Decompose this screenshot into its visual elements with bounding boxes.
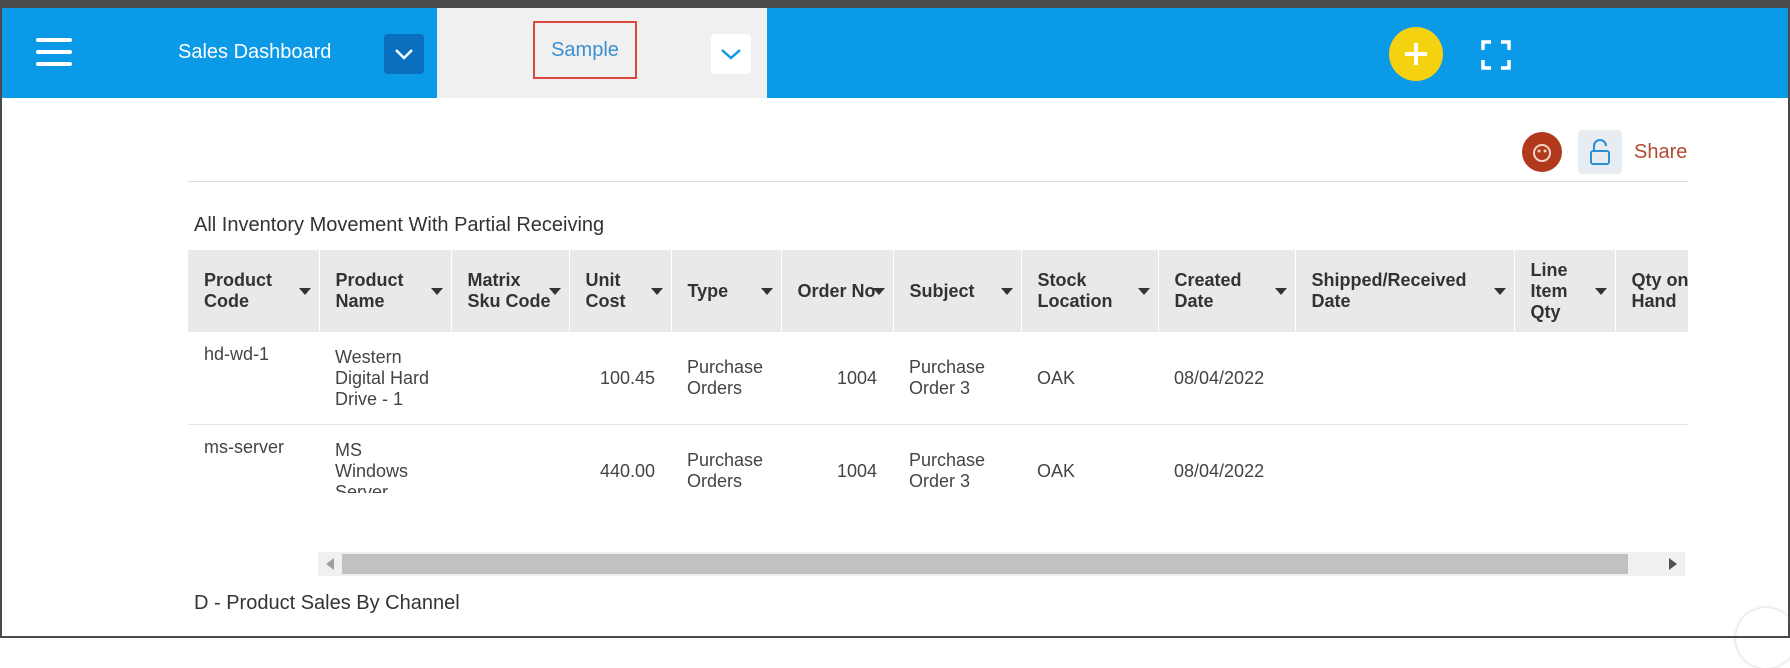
column-header-unit-cost[interactable]: Unit Cost xyxy=(569,250,672,332)
column-header-shipped-received-date[interactable]: Shipped/Received Date xyxy=(1295,250,1515,332)
sort-arrow-icon[interactable] xyxy=(872,288,885,295)
report-table: Product Code Product Name Matrix Sku Cod… xyxy=(188,250,1688,493)
column-header-product-code[interactable]: Product Code xyxy=(188,250,320,332)
report-title: All Inventory Movement With Partial Rece… xyxy=(194,214,605,236)
hamburger-icon[interactable] xyxy=(36,38,72,68)
cell-shipped-received-date xyxy=(1295,424,1514,493)
divider xyxy=(188,181,1688,182)
cell-type: Purchase Orders xyxy=(671,332,781,425)
cell-created-date: 08/04/2022 xyxy=(1158,424,1295,493)
fullscreen-icon xyxy=(1481,40,1511,70)
column-header-type[interactable]: Type xyxy=(671,250,782,332)
sort-arrow-icon[interactable] xyxy=(1594,288,1607,295)
column-header-label: Product Name xyxy=(335,270,404,311)
dashboard-title[interactable]: Sales Dashboard xyxy=(178,41,331,64)
cell-type: Purchase Orders xyxy=(671,424,781,493)
report-table-container: Product Code Product Name Matrix Sku Cod… xyxy=(188,250,1688,493)
share-link[interactable]: Share xyxy=(1634,141,1687,164)
sort-arrow-icon[interactable] xyxy=(650,288,663,295)
column-header-line-item-qty[interactable]: Line Item Qty xyxy=(1514,250,1616,332)
sort-arrow-icon[interactable] xyxy=(1493,288,1506,295)
sort-arrow-icon[interactable] xyxy=(298,288,311,295)
cell-product-name: Western Digital Hard Drive - 1 xyxy=(319,332,451,425)
column-header-label: Qty on Hand xyxy=(1631,270,1689,311)
fullscreen-button[interactable] xyxy=(1481,40,1511,70)
cell-qty-on-hand xyxy=(1615,424,1688,493)
column-header-qty-on-hand[interactable]: Qty on Hand xyxy=(1615,250,1688,332)
sort-arrow-icon[interactable] xyxy=(430,288,443,295)
column-header-stock-location[interactable]: Stock Location xyxy=(1021,250,1159,332)
cell-order-no: 1004 xyxy=(781,332,893,425)
cell-line-item-qty xyxy=(1514,332,1615,425)
cell-matrix-sku-code xyxy=(451,424,569,493)
dashboard-dropdown-button[interactable] xyxy=(384,34,424,74)
column-header-label: Matrix Sku Code xyxy=(467,270,551,311)
column-header-label: Stock Location xyxy=(1037,270,1113,311)
table-row: hd-wd-1 Western Digital Hard Drive - 1 1… xyxy=(188,332,1688,425)
cell-subject: Purchase Order 3 xyxy=(893,332,1021,425)
cell-unit-cost: 100.45 xyxy=(569,332,671,425)
column-header-order-no[interactable]: Order No xyxy=(781,250,894,332)
next-report-title: D - Product Sales By Channel xyxy=(194,592,460,614)
floating-help-button[interactable] xyxy=(1736,608,1790,668)
cell-qty-on-hand xyxy=(1615,332,1688,425)
add-button[interactable] xyxy=(1389,27,1443,81)
sort-arrow-icon[interactable] xyxy=(548,288,561,295)
cell-stock-location: OAK xyxy=(1021,424,1158,493)
column-header-label: Created Date xyxy=(1174,270,1242,311)
scroll-left-arrow-icon[interactable] xyxy=(326,558,334,570)
column-header-label: Product Code xyxy=(204,270,273,311)
scrollbar-thumb[interactable] xyxy=(342,554,1628,574)
table-row: ms-server MS Windows Server 440.00 Purch… xyxy=(188,424,1688,493)
cell-order-no: 1004 xyxy=(781,424,893,493)
cell-created-date: 08/04/2022 xyxy=(1158,332,1295,425)
sort-arrow-icon[interactable] xyxy=(1000,288,1013,295)
sort-arrow-icon[interactable] xyxy=(760,288,773,295)
tab-sample-label: Sample xyxy=(551,38,619,61)
chevron-down-icon xyxy=(395,49,413,60)
scroll-right-arrow-icon[interactable] xyxy=(1669,558,1677,570)
cell-unit-cost: 440.00 xyxy=(569,424,671,493)
lock-button[interactable] xyxy=(1578,130,1622,174)
unlock-icon xyxy=(1590,139,1610,165)
column-header-label: Shipped/Received Date xyxy=(1311,270,1467,311)
column-header-label: Type xyxy=(687,280,729,301)
tab-sample[interactable]: Sample xyxy=(533,21,637,79)
column-header-label: Line Item Qty xyxy=(1530,259,1568,322)
cell-shipped-received-date xyxy=(1295,332,1514,425)
avatar-image-icon xyxy=(1533,144,1551,162)
cell-product-name: MS Windows Server xyxy=(319,424,451,493)
cell-product-code: hd-wd-1 xyxy=(188,332,319,425)
cell-line-item-qty xyxy=(1514,424,1615,493)
sort-arrow-icon[interactable] xyxy=(1274,288,1287,295)
top-bar: Sales Dashboard xyxy=(2,8,1788,98)
cell-matrix-sku-code xyxy=(451,332,569,425)
cell-product-code: ms-server xyxy=(188,424,319,493)
column-header-label: Order No xyxy=(797,280,876,301)
column-header-matrix-sku-code[interactable]: Matrix Sku Code xyxy=(451,250,570,332)
column-header-label: Subject xyxy=(909,280,975,301)
tab-dropdown-button[interactable] xyxy=(711,34,751,74)
column-header-subject[interactable]: Subject xyxy=(893,250,1022,332)
column-header-product-name[interactable]: Product Name xyxy=(319,250,452,332)
column-header-created-date[interactable]: Created Date xyxy=(1158,250,1296,332)
cell-subject: Purchase Order 3 xyxy=(893,424,1021,493)
sort-arrow-icon[interactable] xyxy=(1137,288,1150,295)
plus-icon xyxy=(1405,43,1427,65)
avatar[interactable] xyxy=(1522,132,1562,172)
horizontal-scrollbar[interactable] xyxy=(318,552,1685,576)
table-header-row: Product Code Product Name Matrix Sku Cod… xyxy=(188,250,1688,332)
cell-stock-location: OAK xyxy=(1021,332,1158,425)
column-header-label: Unit Cost xyxy=(585,270,626,311)
chevron-down-icon xyxy=(721,49,741,60)
tab-area: Sample xyxy=(437,8,767,98)
